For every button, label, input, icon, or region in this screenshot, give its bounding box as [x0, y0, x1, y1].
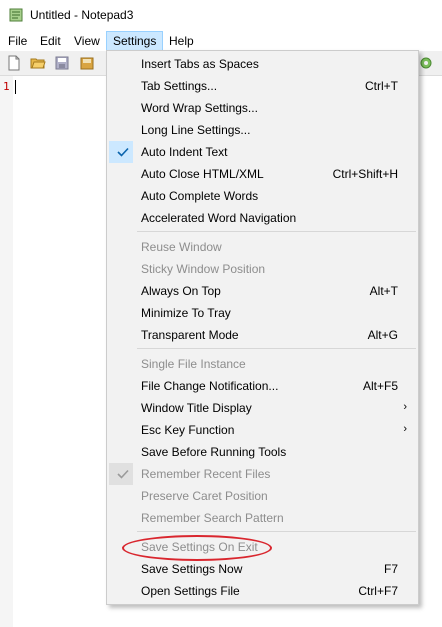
menu-item-label: Word Wrap Settings... [141, 101, 258, 115]
menu-item-single-file-instance: Single File Instance [107, 353, 418, 375]
menu-item-label: Auto Indent Text [141, 145, 228, 159]
save-as-icon[interactable] [79, 55, 95, 71]
menu-item-auto-complete-words[interactable]: Auto Complete Words [107, 185, 418, 207]
menu-item-file-change-notification[interactable]: File Change Notification... Alt+F5 [107, 375, 418, 397]
menu-item-label: Save Before Running Tools [141, 445, 287, 459]
menu-separator [137, 348, 416, 349]
new-file-icon[interactable] [6, 55, 22, 71]
checkmark-highlight [109, 463, 133, 485]
notepad-app-icon [9, 8, 23, 22]
menu-item-remember-search-pattern: Remember Search Pattern [107, 507, 418, 529]
menu-item-shortcut: Ctrl+T [365, 79, 398, 93]
menu-item-esc-key-function[interactable]: Esc Key Function › [107, 419, 418, 441]
save-icon[interactable] [54, 55, 70, 71]
annotation-red-ellipse [122, 535, 272, 561]
menu-item-save-settings-now[interactable]: Save Settings Now F7 [107, 558, 418, 580]
menu-view[interactable]: View [68, 31, 106, 51]
text-caret [15, 80, 16, 94]
menu-item-label: Accelerated Word Navigation [141, 211, 297, 225]
menu-item-label: Open Settings File [141, 584, 240, 598]
settings-gear-icon[interactable] [418, 55, 434, 71]
menu-item-label: Auto Complete Words [141, 189, 259, 203]
title-bar: Untitled - Notepad3 [0, 0, 442, 31]
menu-item-reuse-window: Reuse Window [107, 236, 418, 258]
menu-item-word-wrap-settings[interactable]: Word Wrap Settings... [107, 97, 418, 119]
menu-item-auto-close-html-xml[interactable]: Auto Close HTML/XML Ctrl+Shift+H [107, 163, 418, 185]
menu-item-label: Remember Search Pattern [141, 511, 284, 525]
menu-item-label: Window Title Display [141, 401, 252, 415]
menu-settings[interactable]: Settings [106, 31, 164, 51]
menu-item-label: Always On Top [141, 284, 221, 298]
menu-item-label: Reuse Window [141, 240, 222, 254]
menu-edit[interactable]: Edit [34, 31, 67, 51]
menu-item-always-on-top[interactable]: Always On Top Alt+T [107, 280, 418, 302]
line-number-gutter: 1 [0, 76, 13, 627]
menu-item-label: Insert Tabs as Spaces [141, 57, 259, 71]
menu-item-tab-settings[interactable]: Tab Settings... Ctrl+T [107, 75, 418, 97]
menu-item-shortcut: Ctrl+F7 [358, 584, 398, 598]
line-number: 1 [3, 80, 10, 93]
menu-item-shortcut: F7 [383, 562, 398, 576]
menu-item-transparent-mode[interactable]: Transparent Mode Alt+G [107, 324, 418, 346]
menu-item-minimize-to-tray[interactable]: Minimize To Tray [107, 302, 418, 324]
menu-item-label: File Change Notification... [141, 379, 279, 393]
notepad3-window: Untitled - Notepad3 File Edit View Setti… [0, 0, 442, 627]
menu-item-label: Preserve Caret Position [141, 489, 268, 503]
menu-item-remember-recent-files: Remember Recent Files [107, 463, 418, 485]
menu-item-shortcut: Alt+F5 [362, 379, 398, 393]
menu-item-shortcut: Alt+T [369, 284, 398, 298]
menu-file[interactable]: File [2, 31, 33, 51]
checkmark-highlight [109, 141, 133, 163]
menu-item-label: Sticky Window Position [141, 262, 266, 276]
checkmark-icon [117, 147, 129, 157]
menu-item-label: Minimize To Tray [141, 306, 231, 320]
settings-dropdown-menu: Insert Tabs as Spaces Tab Settings... Ctrl… [106, 50, 419, 605]
open-folder-icon[interactable] [30, 55, 46, 71]
menu-item-label: Auto Close HTML/XML [141, 167, 264, 181]
menu-item-label: Remember Recent Files [141, 467, 271, 481]
menu-item-label: Save Settings Now [141, 562, 243, 576]
menu-help[interactable]: Help [163, 31, 200, 51]
menu-item-accelerated-word-navigation[interactable]: Accelerated Word Navigation [107, 207, 418, 229]
submenu-arrow-icon: › [403, 423, 407, 435]
menu-separator [137, 531, 416, 532]
menu-item-long-line-settings[interactable]: Long Line Settings... [107, 119, 418, 141]
menu-item-shortcut: Alt+G [367, 328, 398, 342]
menu-item-label: Long Line Settings... [141, 123, 251, 137]
menu-item-label: Transparent Mode [141, 328, 239, 342]
menu-item-window-title-display[interactable]: Window Title Display › [107, 397, 418, 419]
window-title: Untitled - Notepad3 [30, 8, 134, 22]
menu-item-label: Single File Instance [141, 357, 246, 371]
menu-item-save-before-running-tools[interactable]: Save Before Running Tools [107, 441, 418, 463]
menu-item-shortcut: Ctrl+Shift+H [332, 167, 398, 181]
menu-bar: File Edit View Settings Help [0, 31, 442, 51]
checkmark-icon [117, 469, 129, 479]
menu-item-auto-indent-text[interactable]: Auto Indent Text [107, 141, 418, 163]
menu-item-insert-tabs-as-spaces[interactable]: Insert Tabs as Spaces [107, 53, 418, 75]
menu-item-open-settings-file[interactable]: Open Settings File Ctrl+F7 [107, 580, 418, 602]
submenu-arrow-icon: › [403, 401, 407, 413]
menu-item-sticky-window-position: Sticky Window Position [107, 258, 418, 280]
menu-item-label: Tab Settings... [141, 79, 218, 93]
menu-separator [137, 231, 416, 232]
menu-item-label: Esc Key Function [141, 423, 235, 437]
menu-item-preserve-caret-position: Preserve Caret Position [107, 485, 418, 507]
